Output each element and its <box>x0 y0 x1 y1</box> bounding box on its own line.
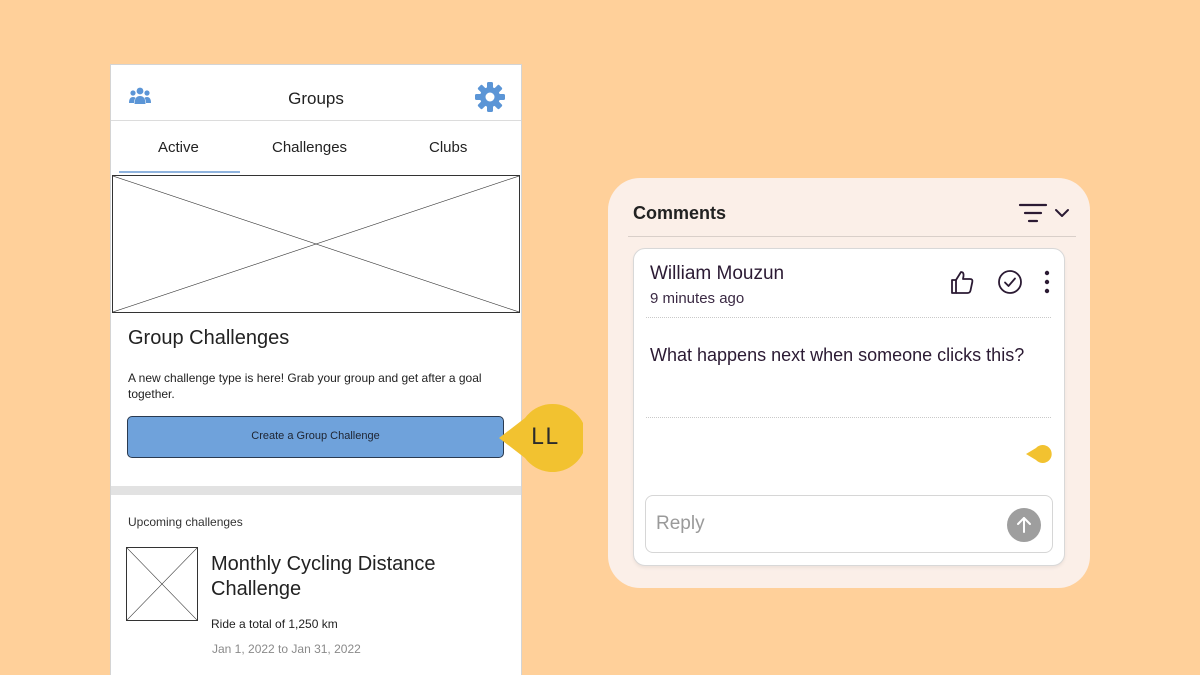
active-tab-indicator <box>119 171 240 173</box>
pin-initials: LL <box>531 425 560 450</box>
feature-description: A new challenge type is here! Grab your … <box>128 371 482 401</box>
phone-wireframe: Groups Active Challenges Clubs Group Cha… <box>110 64 522 675</box>
thumbs-up-icon[interactable] <box>949 269 975 295</box>
comment-body: What happens next when someone clicks th… <box>650 345 1025 365</box>
send-reply-button[interactable] <box>1007 508 1041 542</box>
reply-box <box>645 495 1053 553</box>
chevron-down-icon[interactable] <box>1054 208 1070 218</box>
create-group-challenge-button[interactable]: Create a Group Challenge <box>127 416 504 458</box>
filter-icon[interactable] <box>1018 202 1048 224</box>
challenge-thumbnail-placeholder <box>126 547 198 621</box>
more-vertical-icon[interactable] <box>1039 269 1055 295</box>
phone-content-top: Groups Active Challenges Clubs Group Cha… <box>111 65 521 486</box>
check-circle-icon[interactable] <box>997 269 1023 295</box>
comment-divider-top <box>646 317 1051 318</box>
pin-indicator-icon <box>1026 445 1052 463</box>
comments-panel: Comments William Mouzun 9 minutes ago Wh… <box>608 178 1090 588</box>
tab-active[interactable]: Active <box>158 139 199 156</box>
challenge-title[interactable]: Monthly Cycling Distance Challenge <box>211 552 471 602</box>
app-header: Groups <box>111 65 521 121</box>
tab-bar: Active Challenges Clubs <box>111 123 521 175</box>
comment-card: William Mouzun 9 minutes ago What happen… <box>633 248 1065 566</box>
challenge-dates: Jan 1, 2022 to Jan 31, 2022 <box>212 642 361 656</box>
upcoming-section: Upcoming challenges Monthly Cycling Dist… <box>111 495 521 675</box>
challenge-subtitle: Ride a total of 1,250 km <box>211 617 338 631</box>
reply-input[interactable] <box>656 508 996 540</box>
comment-author: William Mouzun <box>650 263 785 284</box>
feature-title: Group Challenges <box>128 327 290 349</box>
header-divider <box>628 236 1076 237</box>
tab-clubs[interactable]: Clubs <box>429 139 467 156</box>
comment-divider-bottom <box>646 417 1051 418</box>
banner-image-placeholder <box>112 175 520 313</box>
tab-challenges[interactable]: Challenges <box>272 139 347 156</box>
page-title: Groups <box>288 89 344 108</box>
arrow-up-icon <box>1017 517 1031 533</box>
upcoming-label: Upcoming challenges <box>128 515 243 529</box>
comments-title: Comments <box>633 203 727 223</box>
gear-icon[interactable] <box>475 82 505 112</box>
comment-timestamp: 9 minutes ago <box>650 290 745 307</box>
